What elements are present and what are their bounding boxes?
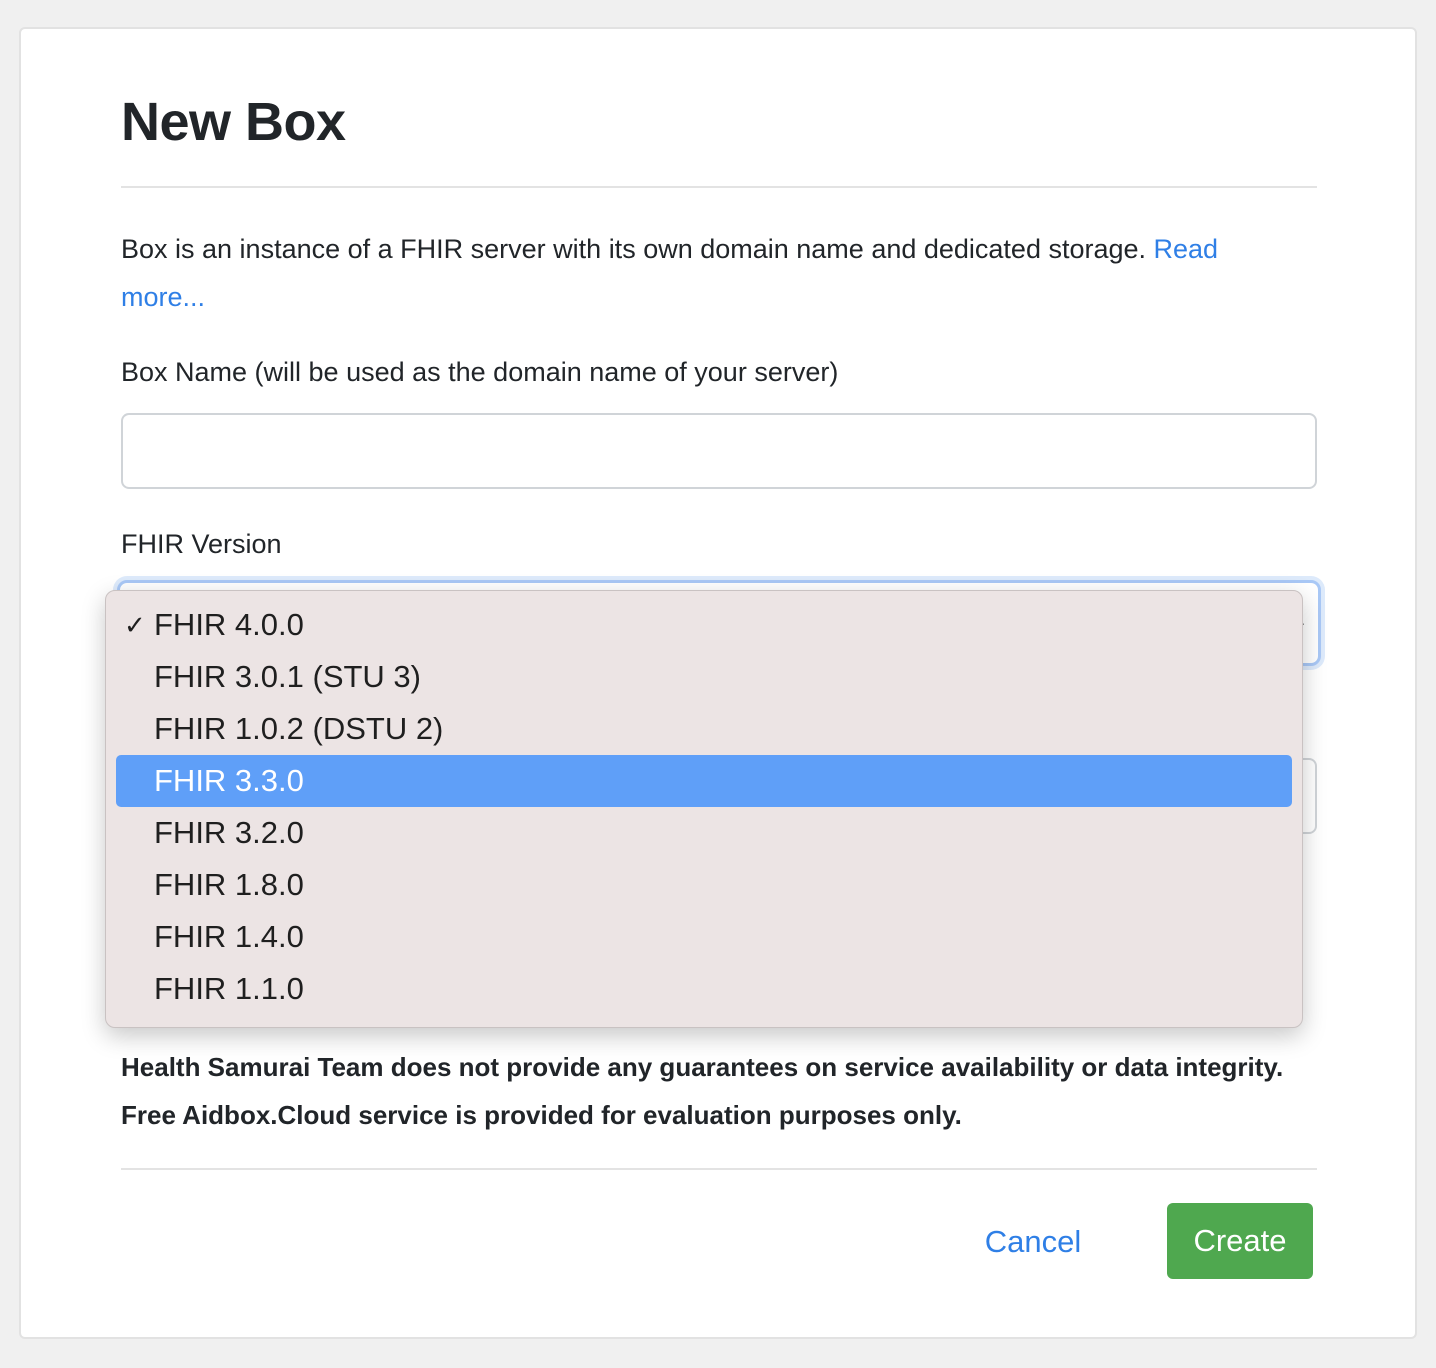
option-fhir-1-4-0[interactable]: FHIR 1.4.0 <box>116 911 1292 963</box>
dialog-title: New Box <box>121 92 346 152</box>
footer-divider <box>121 1168 1317 1170</box>
option-fhir-4-0-0[interactable]: ✓ FHIR 4.0.0 <box>116 599 1292 651</box>
box-name-input[interactable] <box>121 413 1317 489</box>
fhir-version-dropdown: ✓ FHIR 4.0.0 FHIR 3.0.1 (STU 3) FHIR 1.0… <box>105 590 1303 1028</box>
option-fhir-1-8-0[interactable]: FHIR 1.8.0 <box>116 859 1292 911</box>
create-button[interactable]: Create <box>1167 1203 1313 1279</box>
box-name-label: Box Name (will be used as the domain nam… <box>121 357 839 387</box>
cancel-button[interactable]: Cancel <box>966 1205 1100 1279</box>
option-fhir-3-0-1[interactable]: FHIR 3.0.1 (STU 3) <box>116 651 1292 703</box>
disclaimer-line-1: Health Samurai Team does not provide any… <box>121 1052 1284 1082</box>
option-fhir-1-1-0[interactable]: FHIR 1.1.0 <box>116 963 1292 1015</box>
description: Box is an instance of a FHIR server with… <box>121 225 1271 321</box>
option-fhir-3-3-0[interactable]: FHIR 3.3.0 <box>116 755 1292 807</box>
option-fhir-1-0-2[interactable]: FHIR 1.0.2 (DSTU 2) <box>116 703 1292 755</box>
new-box-dialog: New Box Box is an instance of a FHIR ser… <box>19 27 1417 1339</box>
option-fhir-3-2-0[interactable]: FHIR 3.2.0 <box>116 807 1292 859</box>
disclaimer: Health Samurai Team does not provide any… <box>121 1043 1321 1139</box>
description-text: Box is an instance of a FHIR server with… <box>121 234 1154 264</box>
header-divider <box>121 186 1317 188</box>
fhir-version-label: FHIR Version <box>121 529 282 559</box>
checkmark-icon: ✓ <box>124 610 146 640</box>
disclaimer-line-2: Free Aidbox.Cloud service is provided fo… <box>121 1100 962 1130</box>
